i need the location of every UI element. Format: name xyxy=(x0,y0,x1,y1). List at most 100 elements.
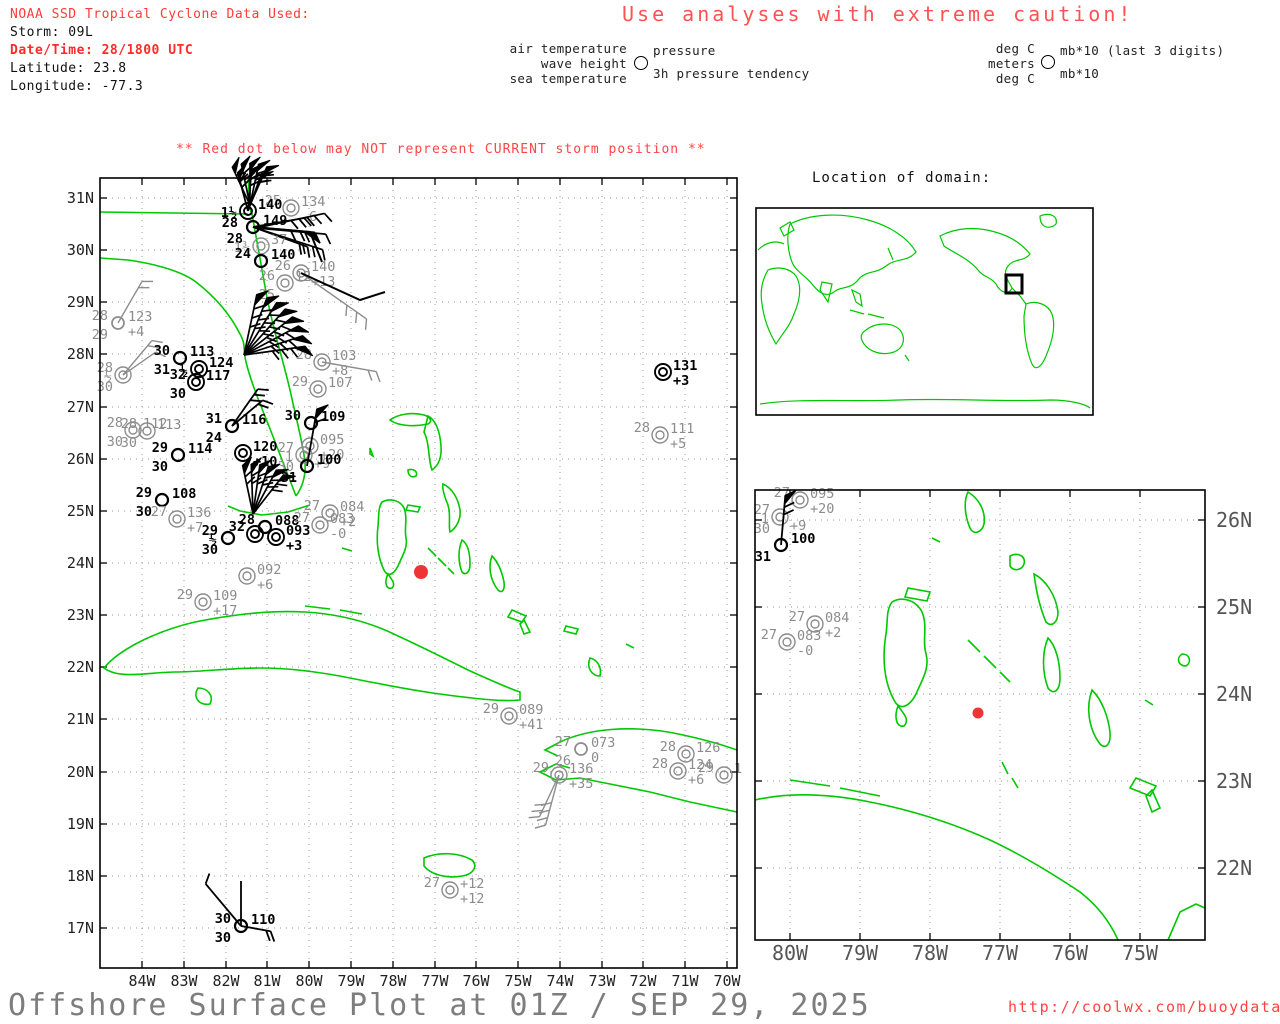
station-air-temp: 29 xyxy=(177,587,193,603)
station-pressure: 107 xyxy=(328,375,352,391)
lat-axis-label: 29N xyxy=(67,293,94,311)
wind-barb-tick xyxy=(275,319,287,324)
lat-axis-label: 19N xyxy=(67,815,94,833)
inset-storm-position-dot xyxy=(972,707,984,719)
station-air-temp: 27 xyxy=(789,609,805,625)
inset-lon-label: 80W xyxy=(772,941,809,965)
station-circle xyxy=(267,528,285,546)
station-pressure: 1 xyxy=(734,761,742,777)
world-coastline-path xyxy=(760,267,801,346)
coastline-path xyxy=(102,610,521,702)
station-sea-temp: 30 xyxy=(97,379,113,395)
station-circle xyxy=(311,516,329,534)
coastline-path xyxy=(441,482,461,534)
inset-lat-label: 24N xyxy=(1216,682,1252,706)
world-coastline-path xyxy=(904,354,910,362)
world-coastline-path xyxy=(787,214,917,296)
inset-coastline-path xyxy=(1009,553,1026,571)
station-pressure: 073 xyxy=(591,735,615,751)
lat-axis-label: 20N xyxy=(67,763,94,781)
coastline-path xyxy=(489,554,505,593)
surface-plot-page: NOAA SSD Tropical Cyclone Data Used: Sto… xyxy=(0,0,1280,1024)
wind-barb-tick xyxy=(536,817,548,822)
station-circle xyxy=(715,766,733,784)
station-circle-inner xyxy=(313,384,323,394)
inset-lat-label: 26N xyxy=(1216,508,1252,532)
station-pressure: 089 xyxy=(519,702,543,718)
station-air-temp: 29 xyxy=(152,440,168,456)
source-url: http://coolwx.com/buoydata xyxy=(1008,998,1280,1016)
station-circle-inner xyxy=(191,377,201,387)
station-circle xyxy=(276,274,294,292)
station-pressure-tendency: +20 xyxy=(810,501,834,517)
station-pressure-tendency: +3 xyxy=(286,538,302,554)
inset-lon-label: 75W xyxy=(1122,941,1159,965)
world-coastline-path xyxy=(887,247,894,261)
wind-barb-tick xyxy=(288,339,298,349)
station-circle xyxy=(651,426,669,444)
station-air-temp: 30 xyxy=(154,343,170,359)
station-circle-inner xyxy=(673,766,683,776)
station-pressure: 114 xyxy=(188,441,212,457)
coastline-path xyxy=(369,447,375,459)
station-circle xyxy=(441,881,459,899)
storm-position-dot xyxy=(414,565,428,579)
station-air-temp: 31 xyxy=(206,411,222,427)
station-circle xyxy=(168,510,186,528)
wind-barb-tick xyxy=(298,243,303,255)
wind-barb-tick xyxy=(323,212,333,223)
station-circle-inner xyxy=(658,367,668,377)
station-circle xyxy=(234,444,252,462)
station-circle-inner xyxy=(315,520,325,530)
lat-axis-label: 24N xyxy=(67,554,94,572)
station-circle xyxy=(309,380,327,398)
inset-coastline-path xyxy=(964,490,986,534)
station-sea-temp: 30 xyxy=(754,521,770,537)
wind-barb-tick xyxy=(262,173,275,177)
station-air-temp: 32 xyxy=(229,519,245,535)
wind-barb-tick xyxy=(280,325,292,331)
station-circle xyxy=(500,707,518,725)
lat-axis-label: 31N xyxy=(67,189,94,207)
inset-coastline-path xyxy=(1128,777,1158,797)
inset-coastline-path xyxy=(754,794,1119,941)
inset-coastline-path xyxy=(789,779,881,797)
lat-axis-label: 30N xyxy=(67,241,94,259)
world-coastline-path xyxy=(819,281,833,304)
world-coastline-path xyxy=(779,221,795,237)
station-circle xyxy=(771,508,789,526)
station-circle xyxy=(669,762,687,780)
surface-plot-canvas: 31N 30N 29N 28N 27N 26N 25N 24N 23N 22N 21N 20N 19N 1… xyxy=(67,155,1252,990)
world-inset-frame xyxy=(755,207,1094,416)
station-sea-temp: 30 xyxy=(136,504,152,520)
plot-title: Offshore Surface Plot at 01Z / SEP 29, 2… xyxy=(8,988,871,1023)
station-circle-inner xyxy=(782,637,792,647)
station-sea-temp: 30 xyxy=(170,386,186,402)
world-coastline-path xyxy=(1039,213,1057,228)
wind-barb-tick xyxy=(290,219,299,230)
inset-coastline-path xyxy=(967,639,1011,683)
wind-barb-tick xyxy=(345,305,348,317)
lat-axis-label: 27N xyxy=(67,398,94,416)
world-coastline-path xyxy=(1011,287,1027,305)
station-circle xyxy=(574,742,588,756)
station-circle xyxy=(252,237,270,255)
station-pressure: 136 xyxy=(569,761,593,777)
station-sea-temp: 31 xyxy=(154,362,170,378)
station-pressure: 116 xyxy=(242,412,266,428)
station-circle-inner xyxy=(280,278,290,288)
station-circle-inner xyxy=(250,529,260,539)
wind-barb-tick xyxy=(301,242,306,255)
station-pressure: 095 xyxy=(320,432,344,448)
station-circle-inner xyxy=(198,597,208,607)
station-air-temp: 29 xyxy=(483,701,499,717)
station-pressure: 103 xyxy=(332,348,356,364)
inset-lon-label: 76W xyxy=(1052,941,1089,965)
station-air-temp: 32 xyxy=(170,367,186,383)
wind-barb-tick xyxy=(311,246,316,258)
station-pressure: +12 xyxy=(460,876,484,892)
station-air-temp: 27 xyxy=(424,875,440,891)
inset-coastline-path xyxy=(931,537,941,543)
wind-barb-tick xyxy=(375,371,381,383)
station-pressure: 100 xyxy=(791,531,815,547)
